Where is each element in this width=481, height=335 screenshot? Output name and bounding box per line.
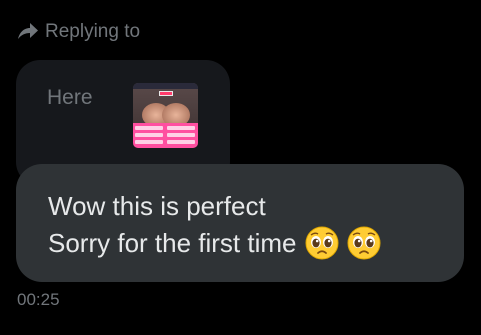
quoted-message-text: Here (47, 86, 93, 109)
message-timestamp: 00:25 (17, 290, 60, 309)
reply-arrow-icon (17, 22, 39, 42)
pleading-face-emoji-icon (305, 226, 339, 260)
message-text-line-2: Sorry for the first time (48, 227, 297, 258)
message-line-1: Wow this is perfect (48, 191, 266, 222)
message-bubble[interactable]: Wow this is perfect Sorry for the first … (16, 164, 464, 282)
message-line-2: Sorry for the first time (48, 226, 381, 260)
quoted-image-thumbnail[interactable] (133, 83, 198, 148)
pleading-face-emoji-icon (347, 226, 381, 260)
message-text-line-1: Wow this is perfect (48, 191, 266, 221)
replying-to-header: Replying to (17, 20, 140, 44)
replying-to-label: Replying to (45, 21, 141, 42)
